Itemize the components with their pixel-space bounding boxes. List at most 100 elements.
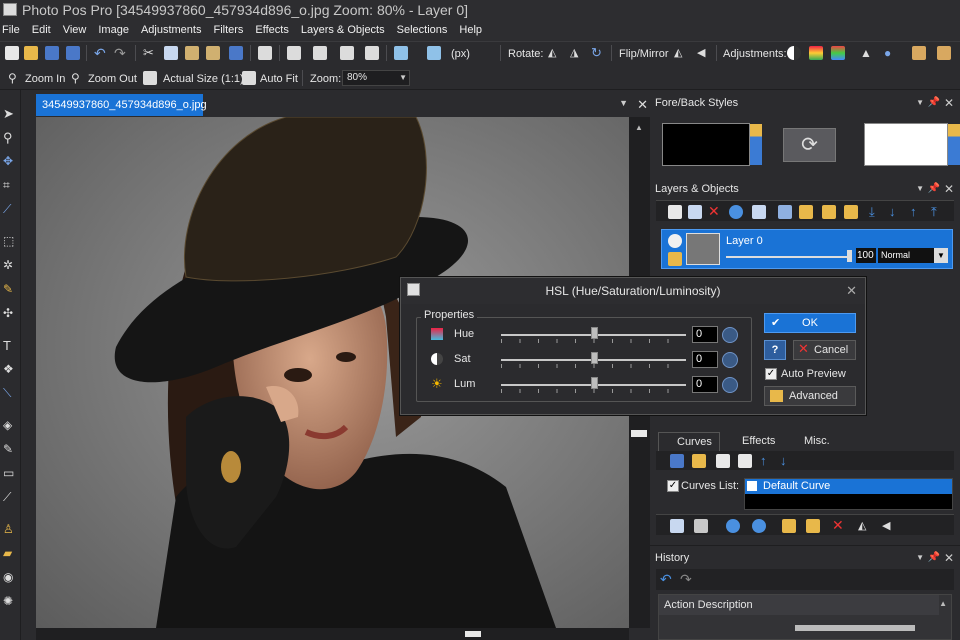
menu-layers-objects[interactable]: Layers & Objects [295,20,391,41]
resize-icon[interactable] [394,46,408,60]
opacity-slider[interactable] [726,256,852,258]
chevron-down-icon[interactable]: ▼ [916,546,924,570]
move-top-icon[interactable]: ⤒ [931,205,945,219]
close-icon[interactable]: ✕ [944,91,954,115]
foreground-style-buttons[interactable] [750,124,762,165]
redo-icon[interactable]: ↷ [114,46,128,60]
sat-value[interactable]: 0 [692,351,718,368]
pin-icon[interactable]: 📌 [928,546,940,570]
auto-preview-checkbox[interactable]: ✓ Auto Preview [765,368,846,381]
eyedropper-icon[interactable]: ⟋ [3,490,17,504]
measure-icon[interactable] [427,46,441,60]
stamp-icon[interactable]: ♙ [3,522,17,536]
red-eye-icon[interactable]: ◉ [3,570,17,584]
new-layer-icon[interactable] [668,205,682,219]
close-document-icon[interactable]: ✕ [637,97,648,113]
rotate-left-icon[interactable]: ◭ [548,46,562,60]
layer-properties-icon[interactable] [729,205,743,219]
hue-slider-thumb[interactable] [590,327,598,339]
line-tool-icon[interactable]: ⟍ [3,386,17,400]
advanced-button[interactable]: Advanced [764,386,856,406]
curves-list-checkbox[interactable]: ✓ [667,480,679,492]
delete-icon[interactable]: ✕ [832,518,846,533]
menu-effects[interactable]: Effects [249,20,294,41]
open-curve-icon[interactable] [692,454,706,468]
background-color-swatch[interactable] [864,123,948,166]
scroll-thumb[interactable] [465,631,481,637]
tab-misc[interactable]: Misc. [786,432,836,451]
move-bottom-icon[interactable]: ⤓ [869,205,883,219]
dodge-burn-icon[interactable]: ✺ [3,594,17,608]
hue-value[interactable]: 0 [692,326,718,343]
layer-add-icon[interactable] [752,205,766,219]
layer-object-icon[interactable] [822,205,836,219]
canvas-size-icon[interactable] [340,46,354,60]
flip-horizontal-icon[interactable]: ◭ [858,519,872,533]
text-tool-icon[interactable]: T [3,338,17,353]
merge-all-icon[interactable] [799,205,813,219]
curve-import-icon[interactable] [782,519,796,533]
image-size-icon[interactable] [287,46,301,60]
sat-reset-icon[interactable] [722,352,738,368]
lum-reset-icon[interactable] [722,377,738,393]
drop-icon[interactable]: ● [884,46,898,60]
grid-icon[interactable] [365,46,379,60]
pointer-icon[interactable]: ➤ [3,106,17,121]
blend-mode-select[interactable]: Normal [878,248,934,263]
curves-list-item[interactable]: Default Curve [745,479,952,494]
save-as-icon[interactable] [66,46,80,60]
straighten-icon[interactable]: ⟋ [3,202,17,216]
menu-file[interactable]: File [0,20,26,41]
paste-new-icon[interactable] [229,46,243,60]
crop-icon[interactable] [313,46,327,60]
magic-wand-icon[interactable]: ✲ [3,258,17,272]
move-up-icon[interactable]: ↑ [910,205,924,219]
curves-list[interactable]: Default Curve [744,478,953,510]
lasso-icon[interactable]: ✎ [3,282,17,296]
pin-icon[interactable]: 📌 [928,177,940,201]
units-select[interactable]: (px) [451,47,470,61]
flip-horizontal-icon[interactable]: ◭ [674,46,688,60]
layer-effects-icon[interactable] [844,205,858,219]
history-scroll-thumb[interactable] [795,625,915,631]
menu-help[interactable]: Help [453,20,488,41]
zoom-out-button[interactable]: Zoom Out [88,72,137,86]
curve-style-icon[interactable] [694,519,708,533]
layer-row[interactable]: Layer 0 100 Normal ▼ [661,229,953,269]
horizontal-scrollbar[interactable] [36,628,629,640]
lock-icon[interactable] [668,252,682,266]
close-icon[interactable]: ✕ [944,546,954,570]
close-icon[interactable]: ✕ [944,177,954,201]
menu-edit[interactable]: Edit [26,20,57,41]
move-down-icon[interactable]: ↓ [780,454,794,468]
save-curve-icon[interactable] [670,454,684,468]
curve-forward-icon[interactable] [726,519,740,533]
print-icon[interactable] [258,46,272,60]
redo-icon[interactable]: ↷ [680,571,692,588]
menu-selections[interactable]: Selections [391,20,454,41]
hue-reset-icon[interactable] [722,327,738,343]
actual-size-button[interactable]: Actual Size (1:1) [163,72,244,86]
delete-curve-icon[interactable] [738,454,752,468]
chevron-down-icon[interactable]: ▼ [916,91,924,115]
open-folder-icon[interactable] [24,46,38,60]
image-enhance-icon[interactable] [912,46,926,60]
duplicate-layer-icon[interactable] [688,205,702,219]
sharpen-icon[interactable]: ▲ [860,46,874,60]
brush-icon[interactable]: ✎ [3,442,17,456]
sat-slider-thumb[interactable] [590,352,598,364]
zoom-tool-icon[interactable]: ⚲ [3,130,17,145]
rotate-right-icon[interactable]: ◮ [570,46,584,60]
rotate-free-icon[interactable]: ↻ [591,46,605,60]
menu-view[interactable]: View [57,20,93,41]
zoom-in-button[interactable]: Zoom In [25,72,65,86]
move-down-icon[interactable]: ↓ [889,205,903,219]
menu-image[interactable]: Image [92,20,135,41]
rect-select-icon[interactable]: ⬚ [3,234,17,248]
dialog-titlebar[interactable]: HSL (Hue/Saturation/Luminosity) ✕ [401,278,865,304]
shape-tool-icon[interactable]: ❖ [3,362,17,376]
curve-up-icon[interactable] [752,519,766,533]
fill-bucket-icon[interactable]: ◈ [3,418,17,432]
freehand-select-icon[interactable]: ✣ [3,306,17,320]
foreground-color-swatch[interactable] [662,123,750,166]
